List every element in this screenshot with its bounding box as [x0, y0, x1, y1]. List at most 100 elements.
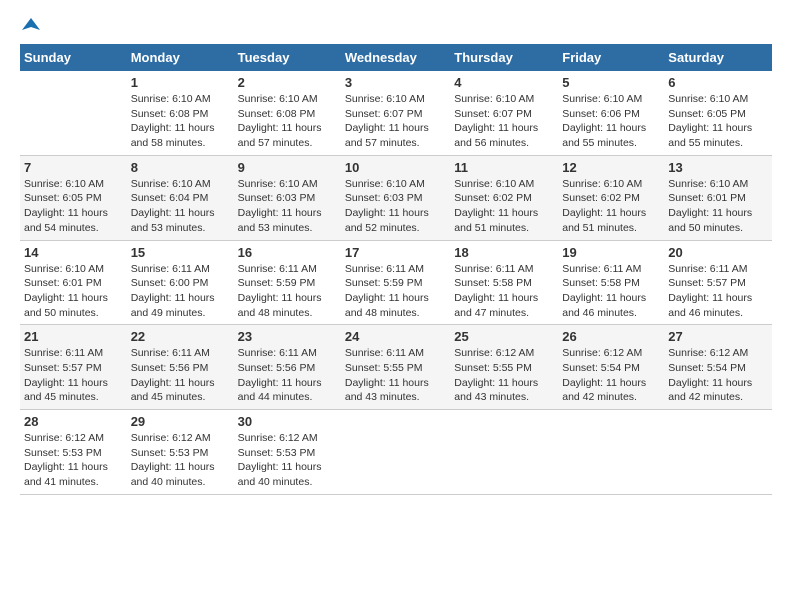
header — [20, 20, 772, 34]
calendar-cell: 5 Sunrise: 6:10 AMSunset: 6:06 PMDaylight… — [558, 71, 664, 155]
header-wednesday: Wednesday — [341, 44, 450, 71]
header-sunday: Sunday — [20, 44, 127, 71]
calendar-cell: 10Sunrise: 6:10 AMSunset: 6:03 PMDayligh… — [341, 155, 450, 240]
calendar-header-row: SundayMondayTuesdayWednesdayThursdayFrid… — [20, 44, 772, 71]
calendar-cell — [450, 410, 558, 495]
header-saturday: Saturday — [664, 44, 772, 71]
day-info: Sunrise: 6:10 AMSunset: 6:01 PMDaylight:… — [668, 177, 768, 236]
day-info: Sunrise: 6:10 AMSunset: 6:02 PMDaylight:… — [454, 177, 554, 236]
calendar-cell — [558, 410, 664, 495]
day-number: 26 — [562, 329, 660, 344]
calendar-cell — [664, 410, 772, 495]
day-number: 2 — [238, 75, 337, 90]
day-number: 1 — [131, 75, 230, 90]
day-number: 27 — [668, 329, 768, 344]
calendar-cell: 22 Sunrise: 6:11 AMSunset: 5:56 PMDayligh… — [127, 325, 234, 410]
day-number: 10 — [345, 160, 446, 175]
day-number: 14 — [24, 245, 123, 260]
day-number: 16 — [238, 245, 337, 260]
calendar-cell: 18 Sunrise: 6:11 AMSunset: 5:58 PMDayligh… — [450, 240, 558, 325]
header-tuesday: Tuesday — [234, 44, 341, 71]
week-row-3: 21 Sunrise: 6:11 AMSunset: 5:57 PMDayligh… — [20, 325, 772, 410]
calendar-cell: 19 Sunrise: 6:11 AMSunset: 5:58 PMDayligh… — [558, 240, 664, 325]
calendar-cell: 27 Sunrise: 6:12 AMSunset: 5:54 PMDayligh… — [664, 325, 772, 410]
calendar-cell: 17 Sunrise: 6:11 AMSunset: 5:59 PMDayligh… — [341, 240, 450, 325]
day-number: 24 — [345, 329, 446, 344]
calendar-cell: 13 Sunrise: 6:10 AMSunset: 6:01 PMDayligh… — [664, 155, 772, 240]
calendar-cell: 23Sunrise: 6:11 AMSunset: 5:56 PMDayligh… — [234, 325, 341, 410]
day-number: 5 — [562, 75, 660, 90]
calendar-cell: 3 Sunrise: 6:10 AMSunset: 6:07 PMDaylight… — [341, 71, 450, 155]
logo-bird-icon — [22, 16, 40, 34]
day-info: Sunrise: 6:12 AMSunset: 5:55 PMDaylight:… — [454, 346, 554, 405]
day-number: 23 — [238, 329, 337, 344]
day-info: Sunrise: 6:11 AMSunset: 5:58 PMDaylight:… — [562, 262, 660, 321]
calendar-cell: 21 Sunrise: 6:11 AMSunset: 5:57 PMDayligh… — [20, 325, 127, 410]
day-info: Sunrise: 6:11 AMSunset: 5:55 PMDaylight:… — [345, 346, 446, 405]
day-number: 22 — [131, 329, 230, 344]
week-row-2: 14 Sunrise: 6:10 AMSunset: 6:01 PMDayligh… — [20, 240, 772, 325]
day-info: Sunrise: 6:11 AMSunset: 5:59 PMDaylight:… — [345, 262, 446, 321]
calendar-cell: 8 Sunrise: 6:10 AMSunset: 6:04 PMDaylight… — [127, 155, 234, 240]
day-number: 13 — [668, 160, 768, 175]
calendar-cell: 26 Sunrise: 6:12 AMSunset: 5:54 PMDayligh… — [558, 325, 664, 410]
day-info: Sunrise: 6:11 AMSunset: 5:57 PMDaylight:… — [24, 346, 123, 405]
calendar-cell: 20Sunrise: 6:11 AMSunset: 5:57 PMDayligh… — [664, 240, 772, 325]
day-number: 8 — [131, 160, 230, 175]
day-number: 18 — [454, 245, 554, 260]
calendar-cell: 12 Sunrise: 6:10 AMSunset: 6:02 PMDayligh… — [558, 155, 664, 240]
day-info: Sunrise: 6:12 AMSunset: 5:54 PMDaylight:… — [562, 346, 660, 405]
header-friday: Friday — [558, 44, 664, 71]
day-number: 7 — [24, 160, 123, 175]
calendar-cell: 6 Sunrise: 6:10 AMSunset: 6:05 PMDaylight… — [664, 71, 772, 155]
day-info: Sunrise: 6:10 AMSunset: 6:07 PMDaylight:… — [345, 92, 446, 151]
calendar-cell: 9Sunrise: 6:10 AMSunset: 6:03 PMDaylight… — [234, 155, 341, 240]
day-number: 12 — [562, 160, 660, 175]
calendar-cell: 7 Sunrise: 6:10 AMSunset: 6:05 PMDaylight… — [20, 155, 127, 240]
day-info: Sunrise: 6:10 AMSunset: 6:08 PMDaylight:… — [238, 92, 337, 151]
day-number: 3 — [345, 75, 446, 90]
day-info: Sunrise: 6:10 AMSunset: 6:05 PMDaylight:… — [24, 177, 123, 236]
day-number: 29 — [131, 414, 230, 429]
calendar-cell: 24 Sunrise: 6:11 AMSunset: 5:55 PMDayligh… — [341, 325, 450, 410]
day-info: Sunrise: 6:10 AMSunset: 6:05 PMDaylight:… — [668, 92, 768, 151]
day-info: Sunrise: 6:12 AMSunset: 5:53 PMDaylight:… — [131, 431, 230, 490]
week-row-4: 28 Sunrise: 6:12 AMSunset: 5:53 PMDayligh… — [20, 410, 772, 495]
calendar-cell — [20, 71, 127, 155]
day-info: Sunrise: 6:11 AMSunset: 5:58 PMDaylight:… — [454, 262, 554, 321]
day-info: Sunrise: 6:10 AMSunset: 6:08 PMDaylight:… — [131, 92, 230, 151]
day-info: Sunrise: 6:12 AMSunset: 5:53 PMDaylight:… — [238, 431, 337, 490]
calendar-cell: 28 Sunrise: 6:12 AMSunset: 5:53 PMDayligh… — [20, 410, 127, 495]
calendar-cell: 15 Sunrise: 6:11 AMSunset: 6:00 PMDayligh… — [127, 240, 234, 325]
day-info: Sunrise: 6:10 AMSunset: 6:02 PMDaylight:… — [562, 177, 660, 236]
day-number: 19 — [562, 245, 660, 260]
day-number: 4 — [454, 75, 554, 90]
day-info: Sunrise: 6:12 AMSunset: 5:54 PMDaylight:… — [668, 346, 768, 405]
calendar-cell: 11Sunrise: 6:10 AMSunset: 6:02 PMDayligh… — [450, 155, 558, 240]
day-number: 28 — [24, 414, 123, 429]
calendar-cell: 29 Sunrise: 6:12 AMSunset: 5:53 PMDayligh… — [127, 410, 234, 495]
header-thursday: Thursday — [450, 44, 558, 71]
day-number: 20 — [668, 245, 768, 260]
day-info: Sunrise: 6:10 AMSunset: 6:06 PMDaylight:… — [562, 92, 660, 151]
day-number: 17 — [345, 245, 446, 260]
calendar-cell: 2 Sunrise: 6:10 AMSunset: 6:08 PMDaylight… — [234, 71, 341, 155]
day-info: Sunrise: 6:10 AMSunset: 6:07 PMDaylight:… — [454, 92, 554, 151]
header-monday: Monday — [127, 44, 234, 71]
day-number: 21 — [24, 329, 123, 344]
day-info: Sunrise: 6:11 AMSunset: 5:59 PMDaylight:… — [238, 262, 337, 321]
day-info: Sunrise: 6:11 AMSunset: 6:00 PMDaylight:… — [131, 262, 230, 321]
calendar-cell: 1 Sunrise: 6:10 AMSunset: 6:08 PMDaylight… — [127, 71, 234, 155]
day-info: Sunrise: 6:11 AMSunset: 5:56 PMDaylight:… — [131, 346, 230, 405]
day-info: Sunrise: 6:12 AMSunset: 5:53 PMDaylight:… — [24, 431, 123, 490]
calendar-cell: 25 Sunrise: 6:12 AMSunset: 5:55 PMDayligh… — [450, 325, 558, 410]
calendar-cell: 16 Sunrise: 6:11 AMSunset: 5:59 PMDayligh… — [234, 240, 341, 325]
logo — [20, 20, 40, 34]
day-number: 6 — [668, 75, 768, 90]
day-number: 9 — [238, 160, 337, 175]
day-info: Sunrise: 6:10 AMSunset: 6:04 PMDaylight:… — [131, 177, 230, 236]
calendar-cell — [341, 410, 450, 495]
day-number: 25 — [454, 329, 554, 344]
day-number: 15 — [131, 245, 230, 260]
day-info: Sunrise: 6:10 AMSunset: 6:01 PMDaylight:… — [24, 262, 123, 321]
